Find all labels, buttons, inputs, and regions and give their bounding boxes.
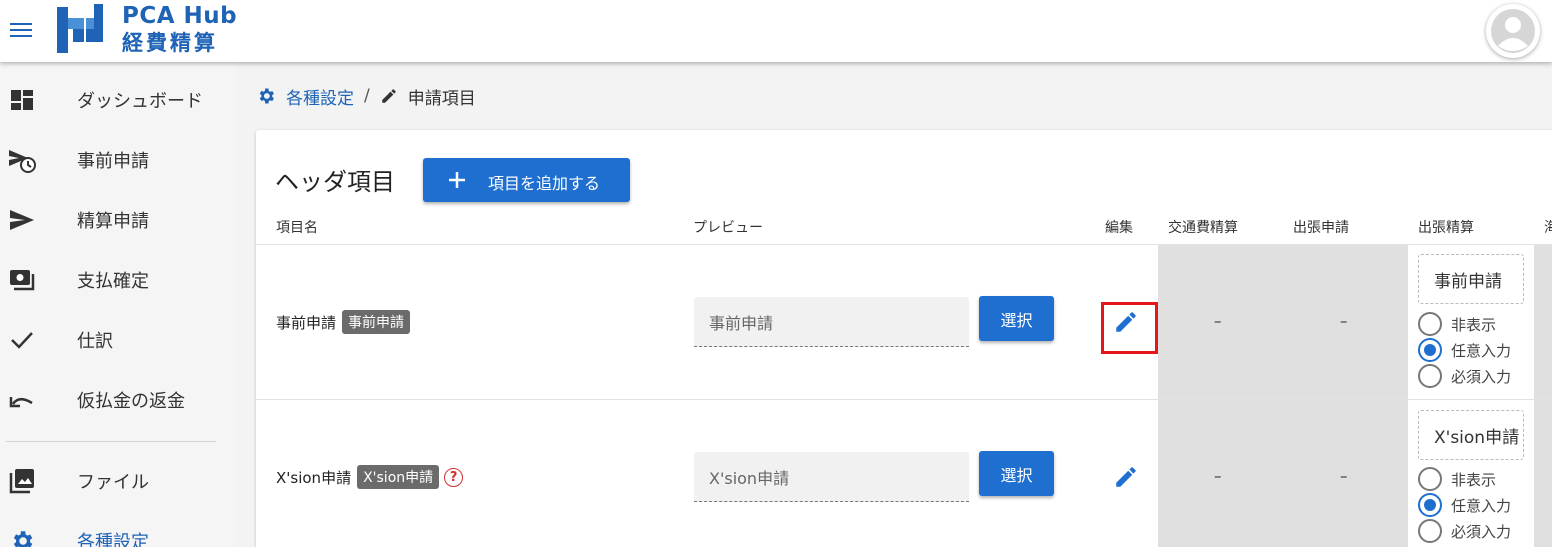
sidebar-item-label: ダッシュボード	[77, 91, 203, 112]
add-item-label: 項目を追加する	[488, 174, 601, 193]
radio-optional[interactable]: 任意入力	[1418, 338, 1511, 362]
radio-required[interactable]: 必須入力	[1418, 364, 1511, 388]
menu-icon[interactable]	[10, 18, 34, 42]
sidebar-item-pre-application[interactable]: 事前申請	[0, 130, 236, 190]
highlight-box	[1101, 302, 1158, 354]
header-divider	[256, 244, 1552, 245]
avatar[interactable]	[1486, 4, 1540, 58]
item-chip: X'sion申請	[357, 465, 440, 489]
column-header-transport: 交通費精算	[1168, 220, 1238, 236]
column-header-trip-settlement: 出張精算	[1418, 220, 1474, 236]
sidebar-item-files[interactable]: ファイル	[0, 451, 236, 511]
sidebar-item-label: 仕訳	[77, 331, 113, 352]
sidebar-item-label: 各種設定	[77, 532, 149, 547]
edit-pencil-icon[interactable]	[1111, 462, 1141, 492]
sidebar-item-dashboard[interactable]: ダッシュボード	[0, 70, 236, 130]
sidebar-item-payment[interactable]: 支払確定	[0, 250, 236, 310]
column-header-overflow: 海	[1544, 220, 1552, 236]
send-icon	[8, 206, 36, 234]
radio-required[interactable]: 必須入力	[1418, 519, 1511, 543]
radio-circle	[1418, 364, 1442, 388]
transport-value: –	[1214, 312, 1222, 330]
sidebar-item-label: 事前申請	[77, 151, 149, 172]
sidebar-item-refund[interactable]: 仮払金の返金	[0, 370, 236, 430]
sidebar-item-settlement[interactable]: 精算申請	[0, 190, 236, 250]
gear-icon	[259, 88, 274, 104]
trip-request-value: –	[1340, 312, 1348, 330]
radio-circle	[1418, 338, 1442, 362]
breadcrumb: 各種設定 / 申請項目	[256, 84, 476, 109]
column-header-preview: プレビュー	[693, 220, 763, 236]
radio-hidden[interactable]: 非表示	[1418, 312, 1496, 336]
sidebar-divider	[6, 441, 216, 442]
help-icon[interactable]: ?	[444, 467, 464, 487]
transport-value: –	[1214, 467, 1222, 485]
column-header-trip-request: 出張申請	[1293, 220, 1349, 236]
select-button[interactable]: 選択	[979, 296, 1054, 341]
sidebar-item-label: 精算申請	[77, 211, 149, 232]
item-chip: 事前申請	[342, 310, 411, 334]
brand: PCA Hub 経費精算	[122, 2, 237, 56]
dashboard-icon	[8, 86, 36, 114]
preview-input[interactable]: X'sion申請	[694, 452, 969, 502]
radio-hidden[interactable]: 非表示	[1418, 467, 1496, 491]
radio-label: 任意入力	[1451, 341, 1512, 360]
trip-request-value: –	[1340, 467, 1348, 485]
payments-icon	[8, 266, 36, 294]
radio-circle	[1418, 312, 1442, 336]
item-name: X'sion申請	[276, 468, 352, 487]
sidebar-item-label: ファイル	[77, 472, 149, 493]
radio-circle	[1418, 519, 1442, 543]
radio-label: 非表示	[1451, 470, 1497, 489]
add-item-button[interactable]: 項目を追加する	[423, 158, 630, 202]
select-button[interactable]: 選択	[979, 451, 1054, 496]
pca-hub-logo	[57, 4, 103, 53]
main-content: 各種設定 / 申請項目 ヘッダ項目 項目を追加する 項目名 プレビュー 編集 交…	[236, 62, 1552, 547]
top-app-bar: PCA Hub 経費精算	[0, 0, 1552, 62]
brand-name: PCA Hub	[122, 3, 238, 29]
radio-circle	[1418, 467, 1442, 491]
gear-icon	[8, 527, 36, 547]
sidebar-item-label: 仮払金の返金	[77, 391, 185, 412]
disabled-column-bg	[1158, 244, 1408, 547]
sidebar-item-journal[interactable]: 仕訳	[0, 310, 236, 370]
plus-icon	[449, 172, 465, 188]
breadcrumb-current: 申請項目	[407, 88, 476, 109]
radio-circle	[1418, 493, 1442, 517]
schedule-send-icon	[8, 146, 36, 174]
trip-settlement-label-field[interactable]: 事前申請	[1418, 254, 1524, 304]
pencil-icon	[381, 89, 396, 103]
table-row-name: 事前申請 事前申請	[276, 310, 411, 334]
trip-settlement-label-field[interactable]: X'sion申請	[1418, 410, 1524, 460]
header-items-card: ヘッダ項目 項目を追加する 項目名 プレビュー 編集 交通費精算 出張申請 出張…	[256, 130, 1552, 547]
undo-icon	[8, 386, 36, 414]
radio-label: 必須入力	[1451, 367, 1512, 386]
sidebar-item-label: 支払確定	[77, 271, 149, 292]
brand-subtitle: 経費精算	[122, 31, 218, 55]
sidebar-item-settings[interactable]: 各種設定	[0, 511, 236, 547]
radio-optional[interactable]: 任意入力	[1418, 493, 1511, 517]
sidebar: ダッシュボード 事前申請 精算申請 支払確定 仕訳 仮払金の返金 ファイル 各種…	[0, 62, 236, 547]
check-icon	[8, 326, 36, 354]
radio-label: 非表示	[1451, 315, 1497, 334]
breadcrumb-settings-link[interactable]: 各種設定	[286, 84, 354, 109]
disabled-column-bg	[1534, 244, 1552, 547]
card-title: ヘッダ項目	[275, 168, 395, 196]
column-header-edit: 編集	[1105, 220, 1133, 236]
item-name: 事前申請	[276, 313, 337, 332]
radio-label: 任意入力	[1451, 496, 1512, 515]
table-row-name: X'sion申請 X'sion申請 ?	[276, 465, 464, 489]
row-divider	[256, 399, 1552, 400]
radio-label: 必須入力	[1451, 522, 1512, 541]
column-header-name: 項目名	[276, 220, 318, 236]
preview-input[interactable]: 事前申請	[694, 297, 969, 347]
user-avatar-icon	[1491, 9, 1535, 53]
breadcrumb-separator: /	[364, 86, 370, 106]
photo-library-icon	[8, 467, 36, 495]
